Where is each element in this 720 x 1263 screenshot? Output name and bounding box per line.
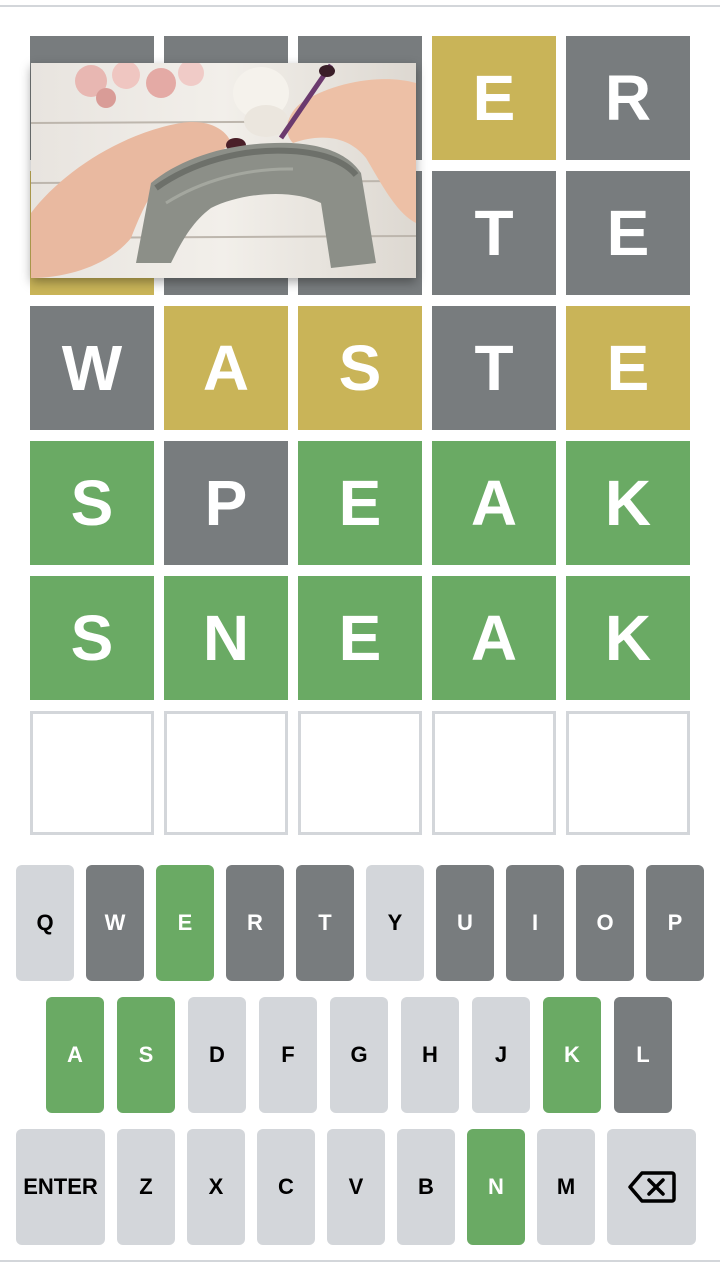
board-row-3: W A S T E	[30, 306, 690, 430]
keyboard-row-1: Q W E R T Y U I O P	[16, 865, 704, 981]
key[interactable]: G	[330, 997, 388, 1113]
tile: K	[566, 441, 690, 565]
keyboard-row-3: ENTER Z X C V B N M	[16, 1129, 704, 1245]
tile: S	[30, 576, 154, 700]
tile	[566, 711, 690, 835]
key[interactable]: W	[86, 865, 144, 981]
key[interactable]: F	[259, 997, 317, 1113]
key[interactable]: J	[472, 997, 530, 1113]
key[interactable]: Z	[117, 1129, 175, 1245]
key[interactable]: B	[397, 1129, 455, 1245]
key[interactable]: U	[436, 865, 494, 981]
board-row-5: S N E A K	[30, 576, 690, 700]
key[interactable]: E	[156, 865, 214, 981]
tile: T	[432, 306, 556, 430]
tile: E	[298, 576, 422, 700]
video-frame-image	[31, 63, 416, 278]
tile	[164, 711, 288, 835]
key[interactable]: K	[543, 997, 601, 1113]
tile	[298, 711, 422, 835]
key[interactable]: A	[46, 997, 104, 1113]
key[interactable]: R	[226, 865, 284, 981]
tile: E	[298, 441, 422, 565]
tile: E	[432, 36, 556, 160]
keyboard-row-2: A S D F G H J K L	[16, 997, 704, 1113]
tile: R	[566, 36, 690, 160]
key[interactable]: P	[646, 865, 704, 981]
video-thumbnail[interactable]	[31, 63, 416, 278]
key[interactable]: C	[257, 1129, 315, 1245]
enter-key[interactable]: ENTER	[16, 1129, 105, 1245]
key[interactable]: D	[188, 997, 246, 1113]
board-row-4: S P E A K	[30, 441, 690, 565]
key[interactable]: Y	[366, 865, 424, 981]
bottom-divider	[0, 1260, 720, 1262]
key[interactable]: O	[576, 865, 634, 981]
tile: A	[432, 576, 556, 700]
key[interactable]: L	[614, 997, 672, 1113]
key[interactable]: Q	[16, 865, 74, 981]
tile: P	[164, 441, 288, 565]
key[interactable]: H	[401, 997, 459, 1113]
key[interactable]: N	[467, 1129, 525, 1245]
key[interactable]: M	[537, 1129, 595, 1245]
key[interactable]: S	[117, 997, 175, 1113]
key[interactable]: T	[296, 865, 354, 981]
tile: N	[164, 576, 288, 700]
tile: W	[30, 306, 154, 430]
key[interactable]: V	[327, 1129, 385, 1245]
key[interactable]: X	[187, 1129, 245, 1245]
tile: S	[30, 441, 154, 565]
top-divider	[0, 5, 720, 7]
backspace-key[interactable]	[607, 1129, 696, 1245]
tile: S	[298, 306, 422, 430]
tile: E	[566, 306, 690, 430]
key[interactable]: I	[506, 865, 564, 981]
tile	[30, 711, 154, 835]
tile: A	[164, 306, 288, 430]
tile: E	[566, 171, 690, 295]
tile: T	[432, 171, 556, 295]
board-row-6	[30, 711, 690, 835]
tile: K	[566, 576, 690, 700]
on-screen-keyboard: Q W E R T Y U I O P A S D F G H J K L EN…	[16, 865, 704, 1261]
backspace-icon	[627, 1171, 676, 1203]
tile	[432, 711, 556, 835]
tile: A	[432, 441, 556, 565]
